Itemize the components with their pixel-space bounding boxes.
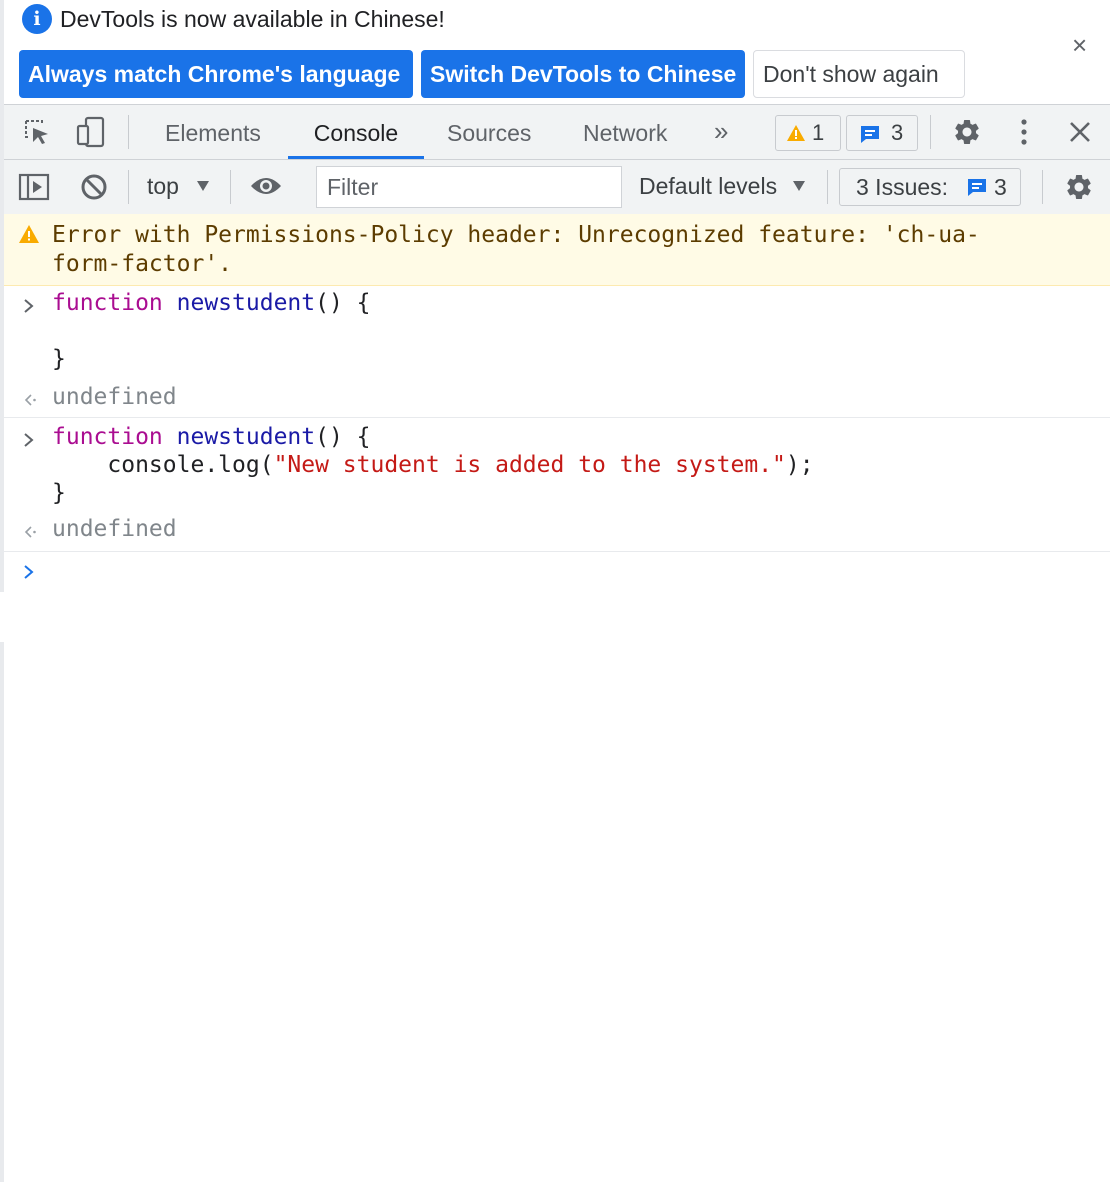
infobar-message: DevTools is now available in Chinese! xyxy=(60,6,445,32)
keyword: function xyxy=(52,290,163,316)
code-punct: () { xyxy=(315,424,371,450)
return-value: undefined xyxy=(52,384,177,410)
log-levels-label: Default levels xyxy=(639,173,778,199)
show-sidebar-icon[interactable] xyxy=(18,173,50,201)
messages-count: 3 xyxy=(891,120,904,145)
code-call: console.log( xyxy=(52,452,274,478)
always-match-language-button[interactable]: Always match Chrome's language xyxy=(19,50,413,98)
console-toolbar: top Default levels 3 Issues: 3 xyxy=(4,160,1110,215)
code-close-brace: } xyxy=(52,346,66,372)
close-devtools-icon[interactable] xyxy=(1068,120,1092,144)
more-tabs-button[interactable]: » xyxy=(714,105,728,159)
language-infobar: i DevTools is now available in Chinese! … xyxy=(4,0,1110,105)
toolbar-divider xyxy=(930,115,931,149)
settings-gear-icon[interactable] xyxy=(952,117,982,147)
filter-input[interactable] xyxy=(317,167,621,207)
result-chevron-icon xyxy=(24,394,36,406)
result-chevron-icon xyxy=(24,526,36,538)
devtools-main-toolbar: Elements Console Sources Network » 1 3 xyxy=(4,105,1110,160)
code-punct: ); xyxy=(785,452,814,478)
infobar-close-button[interactable]: × xyxy=(1072,30,1087,61)
chevron-down-icon[interactable] xyxy=(196,180,210,192)
context-label: top xyxy=(147,173,179,199)
issues-label: 3 Issues: xyxy=(856,174,949,200)
function-name: newstudent xyxy=(176,424,316,450)
string-literal: "New student is added to the system." xyxy=(273,452,786,478)
tab-network[interactable]: Network xyxy=(583,105,667,159)
warnings-counter[interactable]: 1 xyxy=(775,115,841,151)
tab-sources[interactable]: Sources xyxy=(447,105,531,159)
issues-count: 3 xyxy=(994,174,1007,200)
console-entry: function newstudent() { console.log("New… xyxy=(4,418,1110,552)
log-levels-dropdown[interactable]: Default levels xyxy=(639,173,777,200)
code-body-line: console.log("New student is added to the… xyxy=(52,452,814,478)
code-input-line: function newstudent() { xyxy=(52,424,371,450)
messages-counter[interactable]: 3 xyxy=(846,115,918,151)
message-icon xyxy=(861,126,879,143)
code-punct: () { xyxy=(315,290,371,316)
return-value: undefined xyxy=(52,516,177,542)
context-selector[interactable]: top xyxy=(147,173,179,200)
chevron-down-icon[interactable] xyxy=(792,180,806,192)
clear-console-icon[interactable] xyxy=(80,173,108,201)
warning-icon xyxy=(19,225,39,243)
switch-to-chinese-button[interactable]: Switch DevTools to Chinese xyxy=(421,50,745,98)
console-settings-gear-icon[interactable] xyxy=(1064,172,1094,202)
code-close-brace: } xyxy=(52,480,66,506)
input-chevron-icon xyxy=(24,299,34,313)
tab-elements[interactable]: Elements xyxy=(165,105,261,159)
code-input-line: function newstudent() { xyxy=(52,290,371,316)
more-options-icon[interactable] xyxy=(1014,117,1034,147)
message-icon xyxy=(968,179,986,196)
device-toolbar-icon[interactable] xyxy=(74,115,108,149)
keyword: function xyxy=(52,424,163,450)
info-icon: i xyxy=(22,4,52,34)
toolbar-divider xyxy=(128,115,129,149)
issues-counter[interactable]: 3 Issues: 3 xyxy=(839,168,1021,206)
warnings-count: 1 xyxy=(812,120,825,145)
toolbar-divider xyxy=(1042,170,1043,204)
toolbar-divider xyxy=(230,170,231,204)
console-entry: function newstudent() { } undefined xyxy=(4,286,1110,418)
dont-show-again-button[interactable]: Don't show again xyxy=(753,50,965,98)
console-prompt-area[interactable] xyxy=(4,552,1110,1182)
prompt-chevron-icon xyxy=(24,565,34,579)
input-chevron-icon xyxy=(24,433,34,447)
live-expression-eye-icon[interactable] xyxy=(249,174,283,198)
toolbar-divider xyxy=(827,170,828,204)
tab-console[interactable]: Console xyxy=(288,105,424,159)
filter-input-box[interactable] xyxy=(316,166,622,208)
inspect-element-icon[interactable] xyxy=(22,117,52,147)
warning-text-line-1: Error with Permissions-Policy header: Un… xyxy=(52,222,980,248)
warning-icon xyxy=(787,125,805,141)
warning-text-line-2: form-factor'. xyxy=(52,251,233,277)
function-name: newstudent xyxy=(176,290,316,316)
console-warning-message: Error with Permissions-Policy header: Un… xyxy=(4,214,1110,286)
toolbar-divider xyxy=(128,170,129,204)
